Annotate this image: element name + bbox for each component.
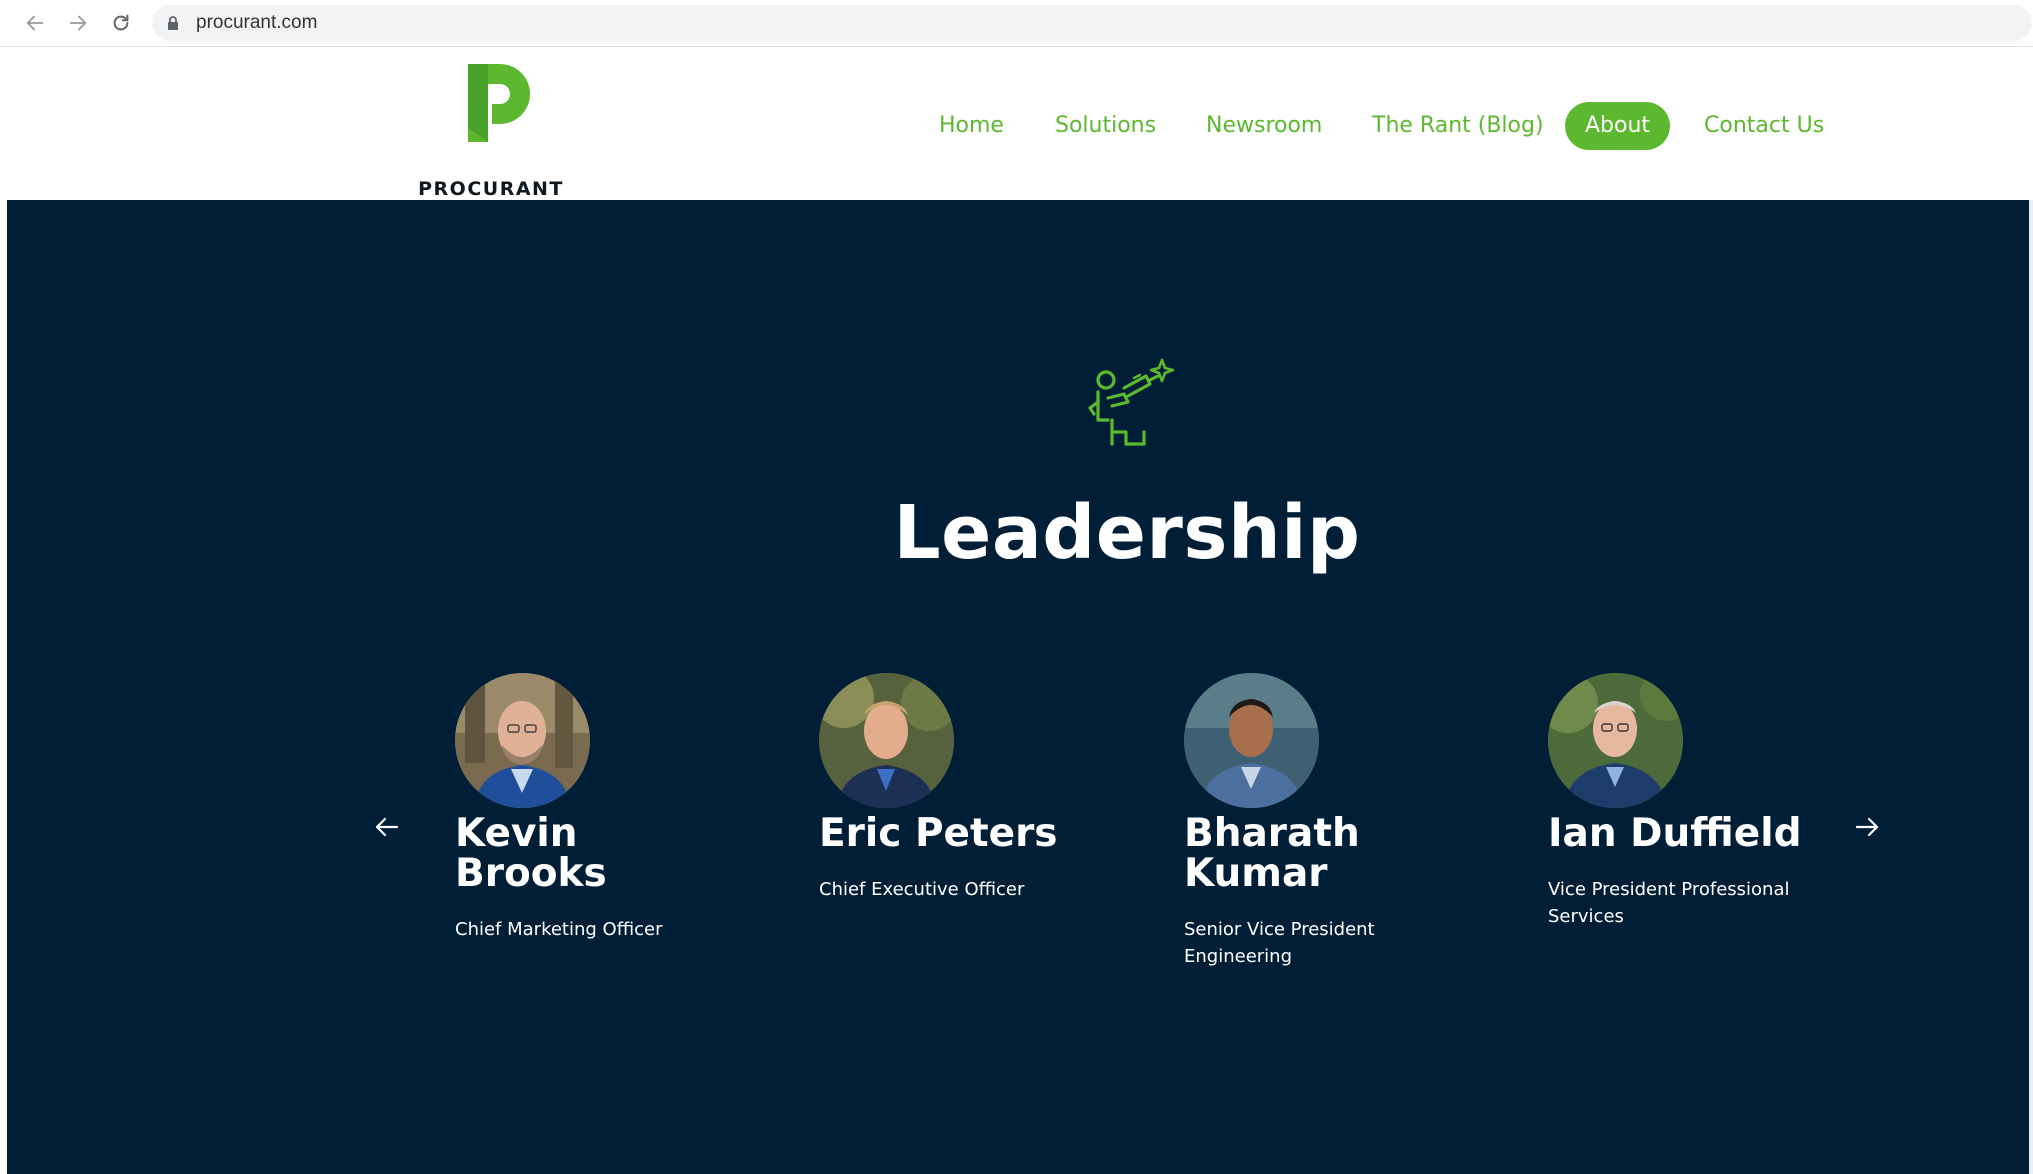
leadership-section: Leadership Kevin Brooks Chief Marketing … xyxy=(7,200,2033,1174)
browser-toolbar: procurant.com xyxy=(0,0,2033,47)
nav-home[interactable]: Home xyxy=(939,102,1004,150)
back-arrow-icon xyxy=(26,15,44,31)
leader-card[interactable]: Kevin Brooks Chief Marketing Officer xyxy=(455,673,755,943)
leader-role: Chief Executive Officer xyxy=(819,879,1025,900)
nav-newsroom[interactable]: Newsroom xyxy=(1206,102,1322,150)
leader-card[interactable]: Ian Duffield Vice President Professional… xyxy=(1548,673,1848,930)
leader-role: Chief Marketing Officer xyxy=(455,919,663,940)
nav-the-rant-blog[interactable]: The Rant (Blog) xyxy=(1372,102,1544,150)
address-bar[interactable]: procurant.com xyxy=(152,5,2032,41)
site-header: PROCURANT Home Solutions Newsroom The Ra… xyxy=(7,48,2033,200)
reload-icon xyxy=(113,14,129,31)
logo-wordmark: PROCURANT xyxy=(418,178,564,200)
telescope-person-icon xyxy=(1088,358,1175,446)
nav-about[interactable]: About xyxy=(1565,102,1671,150)
leader-card[interactable]: Bharath Kumar Senior Vice President Engi… xyxy=(1184,673,1484,970)
leader-name: Bharath Kumar xyxy=(1184,811,1360,896)
carousel-next-button[interactable] xyxy=(1849,812,1885,842)
forward-button[interactable] xyxy=(63,8,93,38)
arrow-right-icon xyxy=(1855,817,1879,837)
lock-icon xyxy=(166,15,180,31)
nav-solutions[interactable]: Solutions xyxy=(1055,102,1156,150)
leader-role: Senior Vice President Engineering xyxy=(1184,919,1375,967)
arrow-left-icon xyxy=(375,817,399,837)
leadership-title: Leadership xyxy=(893,489,1361,576)
main-navigation: Home Solutions Newsroom The Rant (Blog) … xyxy=(7,102,2033,150)
leader-name: Eric Peters xyxy=(819,811,1058,856)
carousel-prev-button[interactable] xyxy=(369,812,405,842)
avatar xyxy=(819,673,954,808)
avatar xyxy=(1548,673,1683,808)
forward-arrow-icon xyxy=(69,15,87,31)
nav-contact-us[interactable]: Contact Us xyxy=(1704,102,1824,150)
leader-card[interactable]: Eric Peters Chief Executive Officer xyxy=(819,673,1119,903)
avatar xyxy=(1184,673,1319,808)
leader-role: Vice President Professional Services xyxy=(1548,879,1790,927)
avatar xyxy=(455,673,590,808)
reload-button[interactable] xyxy=(106,8,136,38)
back-button[interactable] xyxy=(20,8,50,38)
url-text: procurant.com xyxy=(196,12,318,33)
leader-name: Ian Duffield xyxy=(1548,811,1802,856)
leader-name: Kevin Brooks xyxy=(455,811,607,896)
